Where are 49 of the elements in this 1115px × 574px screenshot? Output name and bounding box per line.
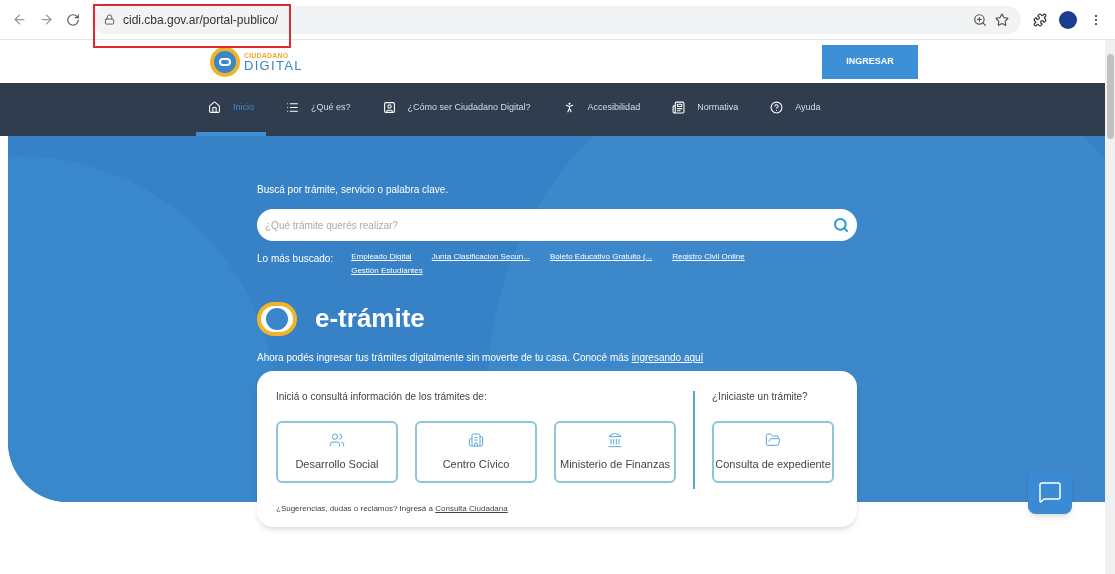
zoom-icon[interactable]	[973, 12, 987, 27]
search-link[interactable]: Gestión Estudiantes	[351, 265, 423, 277]
card-heading: ¿Iniciaste un trámite?	[712, 390, 809, 404]
people-icon	[329, 431, 345, 448]
forward-icon[interactable]	[39, 12, 54, 27]
lock-icon	[104, 14, 115, 25]
nav-tab[interactable]: Accesibilidad	[550, 83, 653, 136]
back-icon[interactable]	[12, 12, 27, 27]
logo-icon	[210, 46, 240, 77]
etramite-title: e-trámite	[315, 302, 425, 335]
chat-button[interactable]	[1028, 470, 1072, 514]
nav-tab[interactable]: Ayuda	[758, 83, 833, 136]
intro-text: Ahora podés ingresar tus trámites digitalmente sin moverte de tu casa. Conocé más ingresando aquí	[257, 351, 705, 365]
search-icon[interactable]	[833, 217, 849, 233]
search-field[interactable]: ¿Qué trámite querés realizar?	[257, 209, 857, 241]
folder-icon	[765, 431, 781, 448]
id-card-icon	[382, 101, 396, 114]
logo-text: DIGITAL	[244, 58, 303, 72]
document-icon	[672, 101, 686, 114]
nav-tab[interactable]: Normativa	[660, 83, 751, 136]
search-link[interactable]: Empleado Digital	[351, 251, 412, 263]
reload-icon[interactable]	[66, 12, 80, 27]
popular-label: Lo más buscado:	[257, 252, 334, 266]
search-link[interactable]: Junta Clasificacion Secun...	[431, 251, 530, 263]
search-label: Buscá por trámite, servicio o palabra clave.	[257, 183, 450, 197]
chat-icon	[1038, 480, 1062, 504]
list-icon	[286, 101, 299, 114]
intro-link[interactable]: ingresando aquí	[631, 352, 704, 363]
search-link[interactable]: Registro Civil Online	[672, 251, 745, 263]
category-button[interactable]: Ministerio de Finanzas	[554, 421, 676, 483]
bank-icon	[607, 431, 623, 448]
search-link[interactable]: Boleto Educativo Gratuito (...	[549, 251, 653, 263]
home-icon	[208, 101, 221, 114]
star-icon[interactable]	[995, 12, 1009, 27]
search-input[interactable]: ¿Qué trámite querés realizar?	[265, 217, 833, 233]
extensions-icon[interactable]	[1033, 12, 1047, 27]
category-button[interactable]: Consulta de expediente	[712, 421, 834, 483]
card-footer-text: ¿Sugerencias, dudas o reclamos? Ingresá a Consulta Ciudadana	[276, 503, 509, 515]
address-bar[interactable]: cidi.cba.gov.ar/portal-publico/	[92, 5, 1021, 34]
help-icon	[770, 101, 784, 114]
card-heading: Iniciá o consultá información de los trámites de:	[276, 390, 488, 404]
category-button[interactable]: Centro Cívico	[415, 421, 537, 483]
profile-avatar[interactable]	[1059, 10, 1077, 29]
nav-tab[interactable]: ¿Qué es?	[274, 83, 363, 136]
category-button[interactable]: Desarrollo Social	[276, 421, 398, 483]
consulta-link[interactable]: Consulta Ciudadana	[435, 504, 508, 513]
nav-tab[interactable]: ¿Cómo ser Ciudadano Digital?	[370, 83, 543, 136]
url-text: cidi.cba.gov.ar/portal-publico/	[123, 11, 279, 29]
building-icon	[468, 431, 484, 448]
